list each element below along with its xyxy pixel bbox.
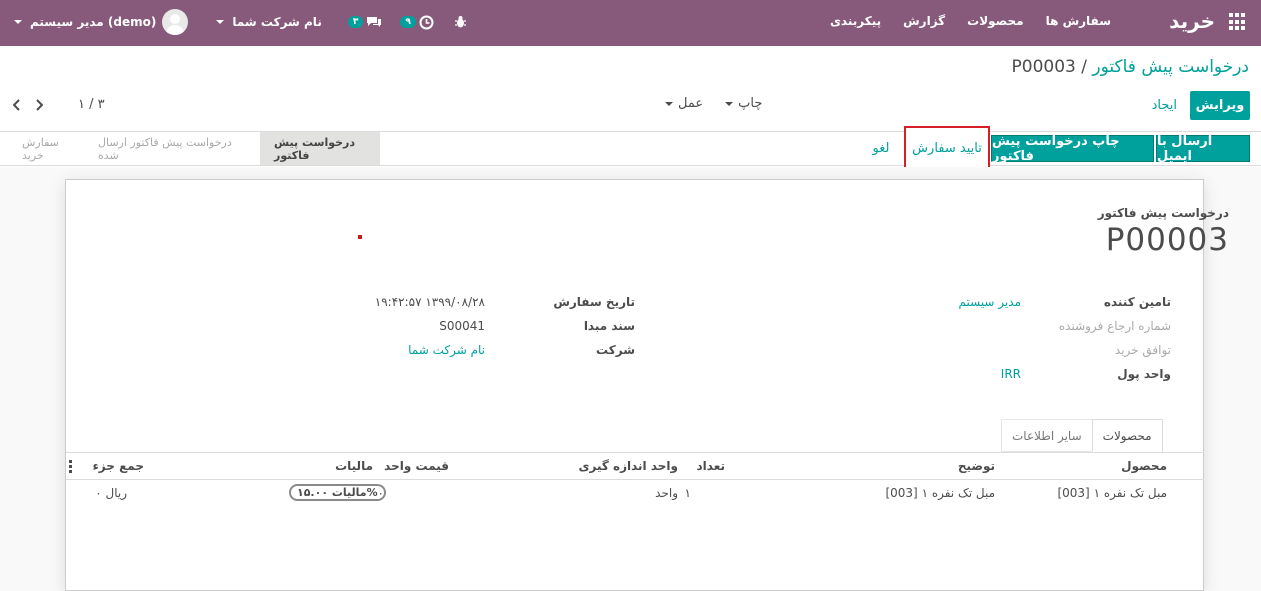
cancel-button[interactable]: لغو [863,135,899,162]
breadcrumb-parent[interactable]: درخواست پیش فاکتور [1092,57,1249,77]
apps-menu-icon[interactable] [1229,13,1247,31]
messaging-menu[interactable]: ۳ [347,15,383,29]
activity-menu[interactable]: ۹ [400,15,434,30]
cell-uom[interactable]: واحد [655,486,678,500]
source-document-value: S00041 [439,319,485,333]
bug-icon [454,16,466,28]
top-navbar: خرید سفارش ها محصولات گزارش پیکربندی مدی… [0,0,1261,46]
chat-icon [367,17,382,27]
column-header-taxes[interactable]: مالیات [335,459,373,473]
tab-other-info[interactable]: سایر اطلاعات [1001,419,1093,452]
stage-rfq-sent[interactable]: درخواست پیش فاکتور ارسال شده [84,132,260,165]
print-dropdown[interactable]: چاپ [725,96,762,111]
debug-menu[interactable] [454,15,467,29]
order-date-label: تاریخ سفارش [553,295,635,309]
menu-item-reporting[interactable]: گزارش [903,14,945,28]
marker-dot [358,235,362,239]
control-panel-actions: عمل چاپ [665,96,762,111]
column-header-product[interactable]: محصول [1121,459,1167,473]
currency-label: واحد پول [1117,367,1171,381]
cell-product[interactable]: [003] مبل تک نفره ۱ [1057,486,1167,500]
edit-button[interactable]: ویرایش [1190,91,1250,120]
breadcrumb: درخواست پیش فاکتور / P00003 [1012,57,1250,77]
form-statusbar: ارسال با ایمیل چاپ درخواست پیش فاکتور تا… [0,126,1261,171]
pager: ۳ / ۱ [10,97,105,112]
breadcrumb-current: P00003 [1011,57,1076,77]
optional-columns-icon[interactable] [69,460,72,473]
print-rfq-button[interactable]: چاپ درخواست پیش فاکتور [991,134,1154,164]
purchase-agreement-label: توافق خرید [1114,343,1171,357]
systray: مدیر سیستم (demo) نام شرکت شما ۳ ۹ [14,8,467,36]
chevron-right-icon[interactable] [32,98,46,112]
user-menu[interactable]: مدیر سیستم (demo) [14,9,189,35]
action-label: عمل [678,96,704,111]
action-dropdown[interactable]: عمل [665,96,703,111]
user-name: مدیر سیستم (demo) [30,15,157,29]
column-header-uom[interactable]: واحد اندازه گیری [578,459,678,473]
chevron-left-icon[interactable] [10,98,24,112]
status-stages: درخواست پیش فاکتور درخواست پیش فاکتور ار… [8,132,380,165]
chevron-down-icon [725,101,734,106]
print-label: چاپ [738,96,763,111]
tab-products[interactable]: محصولات [1091,419,1163,452]
chevron-down-icon [216,20,225,24]
document-name: P00003 [1105,222,1229,258]
column-header-description[interactable]: توضیح [958,459,995,473]
stage-rfq[interactable]: درخواست پیش فاکتور [260,132,380,165]
vendor-value[interactable]: مدیر سیستم [959,295,1022,309]
confirm-order-button[interactable]: تایید سفارش [904,126,990,171]
cell-description[interactable]: [003] مبل تک نفره ۱ [885,486,995,500]
breadcrumb-separator: / [1081,57,1087,77]
create-button[interactable]: ایجاد [1152,98,1177,113]
avatar [162,9,189,35]
cell-quantity[interactable]: ۱ [685,486,691,500]
vendor-label: تامین کننده [1103,295,1171,309]
stage-purchase-order[interactable]: سفارش خرید [8,132,84,165]
clock-icon [419,15,434,29]
column-header-unit-price[interactable]: قیمت واحد [384,459,449,473]
pager-value[interactable]: ۳ / ۱ [78,97,105,112]
menu-item-products[interactable]: محصولات [967,14,1023,28]
send-by-email-button[interactable]: ارسال با ایمیل [1156,134,1250,164]
table-header-border [66,479,1204,480]
tax-tag[interactable]: مالیات ۱۵.۰۰% [289,484,386,501]
company-switcher[interactable]: نام شرکت شما [216,15,322,29]
activities-count-badge: ۹ [400,16,416,28]
column-header-quantity[interactable]: تعداد [697,459,725,473]
company-label: شرکت [596,343,635,357]
chevron-down-icon [665,101,673,106]
messages-count-badge: ۳ [347,16,364,28]
menu-item-orders[interactable]: سفارش ها [1046,14,1111,28]
menu-item-configuration[interactable]: پیکربندی [830,14,881,28]
vendor-reference-label: شماره ارجاع فروشنده [1058,319,1171,333]
order-date-value: ۱۹:۴۲:۵۷ ۱۳۹۹/۰۸/۲۸ [374,295,485,309]
chevron-down-icon [14,20,22,24]
company-name: نام شرکت شما [232,15,322,29]
cell-subtotal: ۰ ریال [95,486,127,500]
table-border-top [66,452,1204,453]
form-sheet [65,179,1204,591]
currency-value[interactable]: IRR [1001,367,1021,381]
notebook-tabs: محصولات سایر اطلاعات [1001,419,1163,452]
document-type-label: درخواست پیش فاکتور [1097,206,1229,220]
main-menu: سفارش ها محصولات گزارش پیکربندی [830,14,1111,28]
company-value[interactable]: نام شرکت شما [408,343,485,357]
app-brand: خرید [1169,9,1215,33]
column-header-subtotal[interactable]: جمع جزء [93,459,144,473]
source-document-label: سند مبدا [583,319,635,333]
